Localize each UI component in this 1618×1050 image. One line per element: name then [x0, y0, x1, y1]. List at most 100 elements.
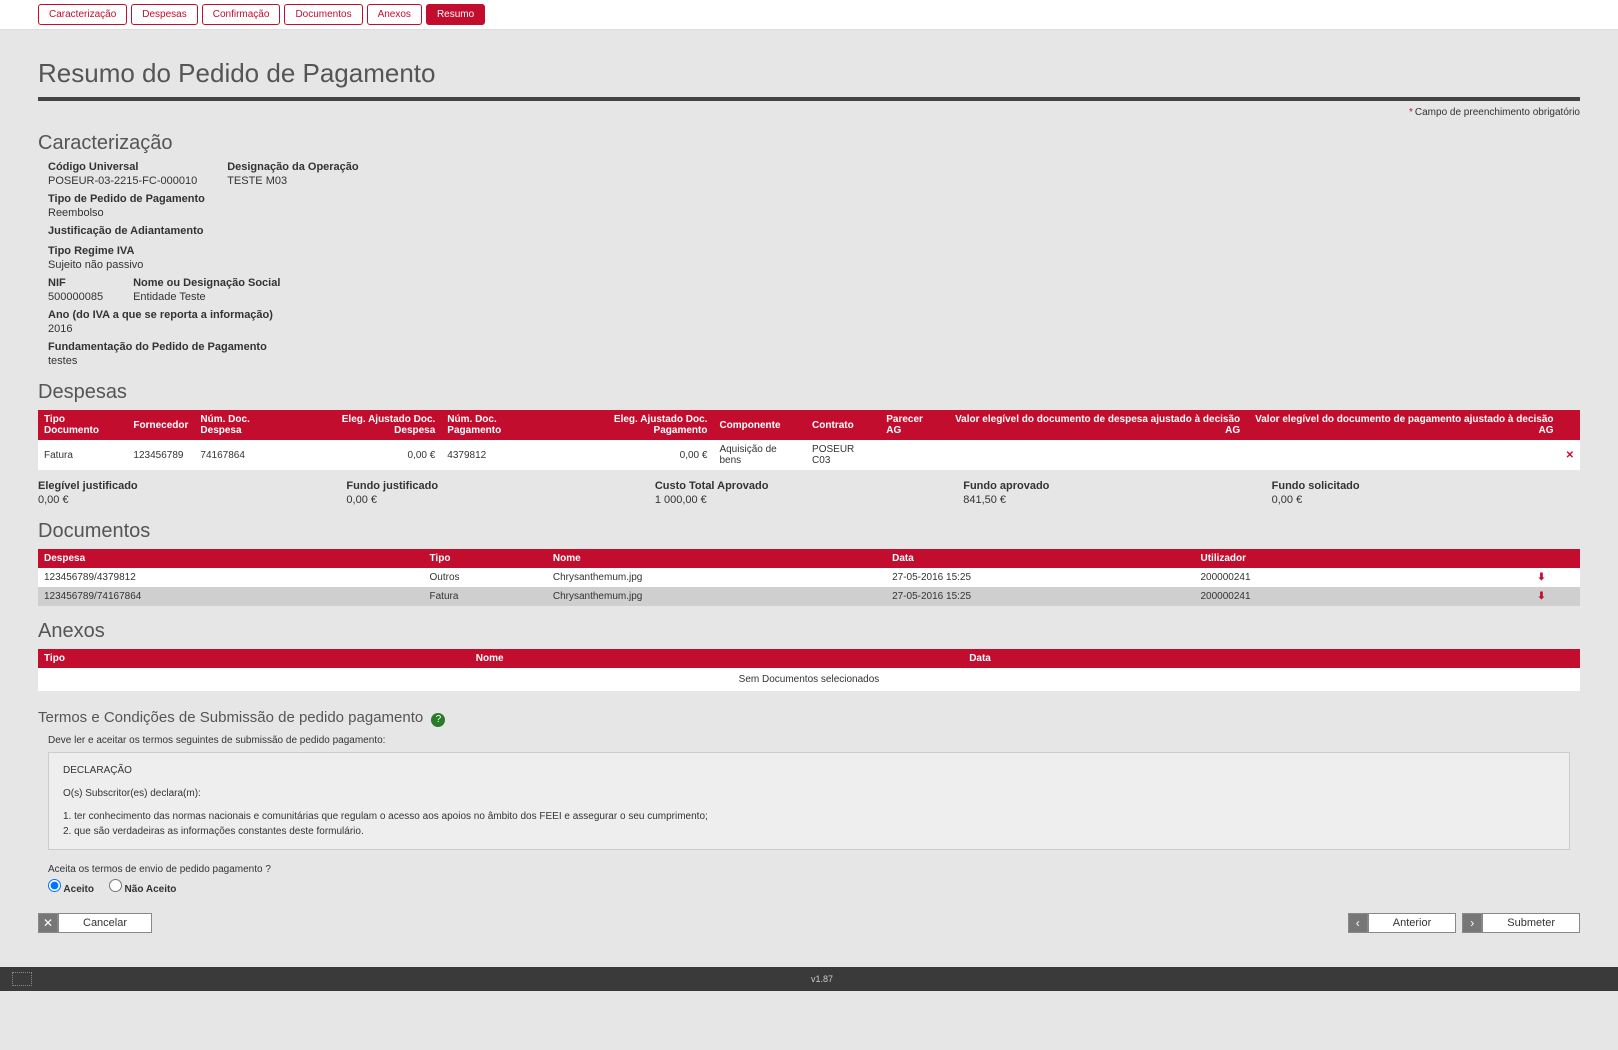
terms-note: Deve ler e aceitar os termos seguintes d… — [38, 735, 1580, 752]
tab-caracterizacao[interactable]: Caracterização — [38, 4, 127, 25]
decl-sub: O(s) Subscritor(es) declara(m): — [63, 786, 1555, 801]
anexos-empty: Sem Documentos selecionados — [38, 668, 1580, 691]
lbl-fundamentacao: Fundamentação do Pedido de Pagamento — [48, 341, 267, 353]
footer-left — [12, 972, 38, 986]
cell-doc-tipo: Fatura — [424, 587, 547, 606]
th-valor-eleg-despesa-ag: Valor elegível do documento de despesa a… — [945, 410, 1246, 440]
cell-doc-utilizador: 200000241 — [1194, 587, 1502, 606]
cell-tipo-doc: Fatura — [38, 440, 127, 470]
submeter-button[interactable]: › Submeter — [1462, 913, 1580, 933]
cell-doc-despesa: 123456789/4379812 — [38, 568, 424, 587]
th-parecer-ag: Parecer AG — [880, 410, 945, 440]
radio-aceito-label[interactable]: Aceito — [48, 884, 94, 895]
th-anx-nome: Nome — [470, 649, 963, 668]
lbl-fundo-justificado: Fundo justificado — [346, 480, 654, 492]
footer-center: v1.87 — [811, 974, 833, 984]
val-codigo-universal: POSEUR-03-2215-FC-000010 — [48, 175, 197, 187]
lbl-designacao: Designação da Operação — [227, 161, 358, 173]
th-actions — [1560, 410, 1580, 440]
section-caracterizacao: Caracterização — [38, 132, 1580, 155]
th-doc-utilizador: Utilizador — [1194, 549, 1502, 568]
despesas-table: Tipo Documento Fornecedor Núm. Doc. Desp… — [38, 410, 1580, 470]
val-nif: 500000085 — [48, 291, 103, 303]
tab-anexos[interactable]: Anexos — [367, 4, 422, 25]
lbl-fundo-aprovado: Fundo aprovado — [963, 480, 1271, 492]
tab-documentos[interactable]: Documentos — [284, 4, 362, 25]
cancelar-button[interactable]: ✕ Cancelar — [38, 913, 152, 933]
cell-num-doc-despesa: 74167864 — [194, 440, 297, 470]
download-icon[interactable]: ⬇ — [1537, 591, 1545, 602]
documentos-table: Despesa Tipo Nome Data Utilizador 123456… — [38, 549, 1580, 606]
table-row: 123456789/4379812 Outros Chrysanthemum.j… — [38, 568, 1580, 587]
th-num-doc-despesa: Núm. Doc. Despesa — [194, 410, 297, 440]
terms-title-text: Termos e Condições de Submissão de pedid… — [38, 709, 423, 726]
cell-doc-nome: Chrysanthemum.jpg — [547, 587, 886, 606]
val-designacao: TESTE M03 — [227, 175, 358, 187]
required-field-note: Campo de preenchimento obrigatório — [1409, 107, 1580, 118]
totals-row: Elegível justificado0,00 € Fundo justifi… — [38, 480, 1580, 506]
th-doc-data: Data — [886, 549, 1194, 568]
th-doc-action — [1503, 549, 1580, 568]
table-row: 123456789/74167864 Fatura Chrysanthemum.… — [38, 587, 1580, 606]
accept-question: Aceita os termos de envio de pedido paga… — [48, 864, 1570, 875]
tab-resumo[interactable]: Resumo — [426, 4, 485, 25]
th-fornecedor: Fornecedor — [127, 410, 194, 440]
tab-confirmacao[interactable]: Confirmação — [202, 4, 281, 25]
tab-bar: Caracterização Despesas Confirmação Docu… — [0, 0, 1618, 30]
cell-contrato: POSEUR C03 — [806, 440, 880, 470]
cell-doc-nome: Chrysanthemum.jpg — [547, 568, 886, 587]
cell-doc-data: 27-05-2016 15:25 — [886, 587, 1194, 606]
lbl-custo-total: Custo Total Aprovado — [655, 480, 963, 492]
tab-despesas[interactable]: Despesas — [131, 4, 197, 25]
cancelar-label: Cancelar — [58, 913, 152, 933]
section-despesas: Despesas — [38, 381, 1580, 404]
chevron-right-icon: › — [1462, 913, 1482, 933]
val-tipo-pedido: Reembolso — [48, 207, 205, 219]
lbl-ano-iva: Ano (do IVA a que se reporta a informaçã… — [48, 309, 273, 321]
lbl-fundo-solicitado: Fundo solicitado — [1272, 480, 1580, 492]
anterior-label: Anterior — [1368, 913, 1457, 933]
th-anx-data: Data — [963, 649, 1580, 668]
th-anx-tipo: Tipo — [38, 649, 470, 668]
page-title: Resumo do Pedido de Pagamento — [38, 38, 1580, 101]
lbl-eleg-justificado: Elegível justificado — [38, 480, 346, 492]
th-doc-despesa: Despesa — [38, 549, 424, 568]
th-num-doc-pagamento: Núm. Doc. Pagamento — [441, 410, 556, 440]
declaration-box[interactable]: DECLARAÇÃO O(s) Subscritor(es) declara(m… — [48, 752, 1570, 850]
th-doc-nome: Nome — [547, 549, 886, 568]
cell-doc-data: 27-05-2016 15:25 — [886, 568, 1194, 587]
cell-eleg-pagamento: 0,00 € — [557, 440, 714, 470]
th-componente: Componente — [713, 410, 806, 440]
lbl-tipo-pedido: Tipo de Pedido de Pagamento — [48, 193, 205, 205]
cell-valor-eleg-pagamento-ag — [1246, 440, 1559, 470]
decl-title: DECLARAÇÃO — [63, 763, 1555, 778]
cell-valor-eleg-despesa-ag — [945, 440, 1246, 470]
cell-fornecedor: 123456789 — [127, 440, 194, 470]
cell-doc-tipo: Outros — [424, 568, 547, 587]
anterior-button[interactable]: ‹ Anterior — [1348, 913, 1457, 933]
chevron-left-icon: ‹ — [1348, 913, 1368, 933]
cell-doc-utilizador: 200000241 — [1194, 568, 1502, 587]
lbl-nif: NIF — [48, 277, 103, 289]
lbl-nome-social: Nome ou Designação Social — [133, 277, 280, 289]
radio-nao-aceito-label[interactable]: Não Aceito — [109, 884, 177, 895]
lbl-just-adiantamento: Justificação de Adiantamento — [48, 225, 203, 237]
decl-line-1: 1. ter conhecimento das normas nacionais… — [63, 809, 1555, 824]
radio-aceito[interactable] — [48, 879, 61, 892]
val-fundo-justificado: 0,00 € — [346, 494, 654, 506]
th-valor-eleg-pagamento-ag: Valor elegível do documento de pagamento… — [1246, 410, 1559, 440]
radio-nao-aceito[interactable] — [109, 879, 122, 892]
cell-componente: Aquisição de bens — [713, 440, 806, 470]
val-fundo-aprovado: 841,50 € — [963, 494, 1271, 506]
help-icon[interactable]: ? — [431, 713, 445, 727]
th-contrato: Contrato — [806, 410, 880, 440]
section-anexos: Anexos — [38, 620, 1580, 643]
cell-num-doc-pagamento: 4379812 — [441, 440, 556, 470]
delete-icon[interactable]: ✕ — [1566, 450, 1574, 461]
terms-heading: Termos e Condições de Submissão de pedid… — [38, 709, 1580, 727]
close-icon: ✕ — [38, 913, 58, 933]
download-icon[interactable]: ⬇ — [1537, 572, 1545, 583]
lbl-tipo-regime-iva: Tipo Regime IVA — [48, 245, 143, 257]
val-ano-iva: 2016 — [48, 323, 273, 335]
th-doc-tipo: Tipo — [424, 549, 547, 568]
